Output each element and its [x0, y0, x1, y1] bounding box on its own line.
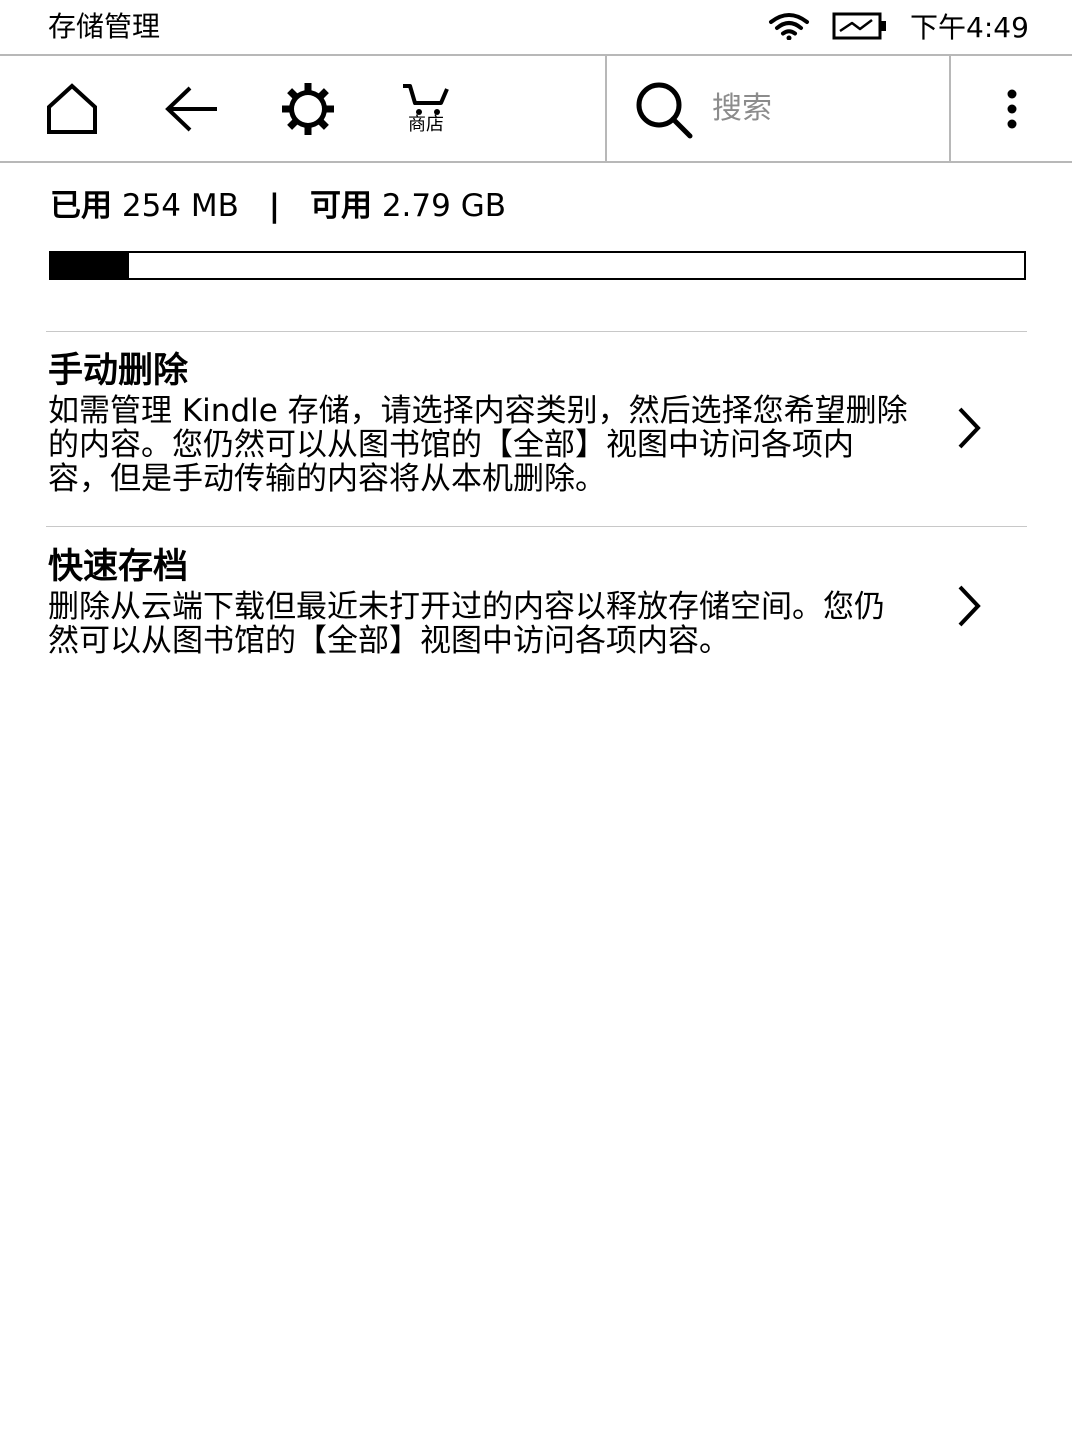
storage-summary: 已用 254 MB | 可用 2.79 GB [50, 186, 506, 226]
settings-gear-icon [282, 82, 334, 135]
back-arrow-icon [165, 86, 217, 131]
home-button[interactable] [32, 56, 112, 161]
option-description: 删除从云端下载但最近未打开过的内容以释放存储空间。您仍然可以从图书馆的【全部】视… [48, 589, 885, 659]
list-divider [46, 331, 1027, 332]
page-title: 存储管理 [48, 10, 161, 43]
chevron-right-icon [958, 585, 981, 627]
storage-usage-fill [51, 253, 129, 278]
storage-separator: | [268, 188, 281, 224]
option-title: 手动删除 [48, 351, 189, 391]
manual-delete-option[interactable]: 手动删除 如需管理 Kindle 存储，请选择内容类别，然后选择您希望删除的内容… [46, 350, 1027, 526]
used-label: 已用 [50, 188, 112, 224]
chevron-right-icon [958, 407, 981, 449]
more-vertical-icon [1007, 89, 1017, 128]
used-value: 254 MB [121, 188, 239, 224]
search-input[interactable] [712, 86, 932, 130]
settings-button[interactable] [268, 56, 348, 161]
home-icon [47, 82, 97, 134]
clock: 下午4:49 [910, 11, 1029, 44]
toolbar-divider [949, 56, 951, 161]
available-label: 可用 [309, 188, 372, 224]
battery-charging-icon [832, 12, 886, 40]
storage-usage-bar [49, 251, 1026, 280]
option-title: 快速存档 [48, 547, 189, 587]
toolbar: 商店 [0, 56, 1072, 163]
search-bar[interactable] [608, 56, 948, 161]
search-icon [636, 82, 693, 139]
wifi-icon [769, 13, 809, 40]
option-description: 如需管理 Kindle 存储，请选择内容类别，然后选择您希望删除的内容。您仍然可… [48, 393, 908, 497]
shopping-cart-icon [403, 83, 449, 115]
status-bar: 存储管理 下午4:49 [0, 0, 1072, 56]
available-value: 2.79 GB [381, 188, 506, 224]
more-menu-button[interactable] [952, 56, 1072, 161]
toolbar-divider [605, 56, 607, 161]
store-label: 商店 [408, 113, 444, 135]
store-button[interactable]: 商店 [384, 56, 468, 161]
back-button[interactable] [150, 56, 234, 161]
list-divider [46, 526, 1027, 527]
quick-archive-option[interactable]: 快速存档 删除从云端下载但最近未打开过的内容以释放存储空间。您仍然可以从图书馆的… [46, 546, 1027, 676]
